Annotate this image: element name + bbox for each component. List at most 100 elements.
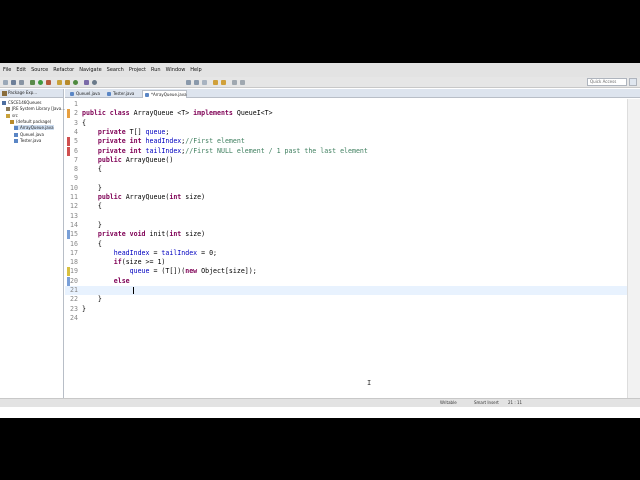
last-edit-icon[interactable] <box>202 80 207 85</box>
quick-access-input[interactable]: Quick Access <box>587 78 627 86</box>
tree-item-label: src <box>12 112 18 118</box>
forward-icon[interactable] <box>221 80 226 85</box>
editor-tab-label: *ArrayQueue.java <box>151 92 187 97</box>
new-java-project-icon[interactable] <box>57 80 62 85</box>
code-editor[interactable]: 1 2 public class ArrayQueue <T> implements… <box>65 99 627 398</box>
toggle-icon[interactable] <box>240 80 245 85</box>
code-line[interactable]: 19 queue = (T[])(new Object[size]); <box>65 267 627 277</box>
code-line[interactable]: 5 private int headIndex;//First element <box>65 137 627 147</box>
java-file-icon <box>107 92 111 96</box>
tree-item[interactable]: JRE System Library [Java... <box>6 106 65 112</box>
save-icon[interactable] <box>11 80 16 85</box>
tree-item-label: ArrayQueue.java <box>20 125 54 131</box>
status-insert-mode: Smart Insert <box>474 400 499 405</box>
code-line[interactable]: 24 <box>65 314 627 323</box>
editor-tab[interactable]: *ArrayQueue.java <box>142 90 187 98</box>
text-caret <box>133 287 134 294</box>
java-perspective-button[interactable] <box>629 78 637 86</box>
code-line[interactable]: 6 private int tailIndex;//First NULL ele… <box>65 146 627 156</box>
menu-navigate[interactable]: Navigate <box>79 67 101 73</box>
overview-ruler[interactable] <box>627 99 640 398</box>
code-text: } <box>82 295 102 304</box>
java-file-icon <box>145 93 149 97</box>
code-line[interactable]: 3{ <box>65 119 627 128</box>
tree-item[interactable]: src <box>6 113 18 118</box>
code-line[interactable]: 2 public class ArrayQueue <T> implements … <box>65 109 627 119</box>
status-writable: Writable <box>440 400 457 405</box>
code-line[interactable]: 1 <box>65 100 627 109</box>
tree-item[interactable]: ArrayQueue.java <box>14 125 54 131</box>
open-type-icon[interactable] <box>84 80 89 85</box>
code-text: if(size >= 1) <box>113 258 166 267</box>
code-text: { <box>82 165 102 174</box>
code-line[interactable]: 14 } <box>65 221 627 230</box>
run-icon[interactable] <box>38 80 43 85</box>
status-bar: Writable Smart Insert 21 : 11 <box>0 398 640 407</box>
code-line[interactable]: 11 public ArrayQueue(int size) <box>65 193 627 202</box>
line-number: 5 <box>74 137 78 146</box>
menu-refactor[interactable]: Refactor <box>53 67 74 73</box>
code-line[interactable]: 16 { <box>65 240 627 249</box>
code-line[interactable]: 20 else <box>65 276 627 286</box>
menu-source[interactable]: Source <box>31 67 48 73</box>
line-number: 21 <box>70 286 78 294</box>
line-number: 16 <box>70 239 78 248</box>
search-icon[interactable] <box>92 80 97 85</box>
code-line[interactable]: 4 private T[] queue; <box>65 128 627 137</box>
debug-icon[interactable] <box>30 80 35 85</box>
menu-file[interactable]: File <box>3 67 11 73</box>
code-line[interactable]: 12 { <box>65 202 627 211</box>
menu-help[interactable]: Help <box>190 67 201 73</box>
package-explorer: Package Exp... CSCE146Queues JRE System L… <box>0 89 65 408</box>
tree-item-label: QueueI.java <box>20 131 44 137</box>
code-line[interactable]: 21 <box>65 286 627 296</box>
code-text: queue = (T[])(new Object[size]); <box>129 267 257 276</box>
line-number: 8 <box>74 165 78 174</box>
code-line[interactable]: 22 } <box>65 295 627 304</box>
code-text: { <box>82 118 86 127</box>
tree-item[interactable]: (default package) <box>10 119 51 124</box>
menu-bar: File Edit Source Refactor Navigate Search Proj… <box>0 63 640 77</box>
tree-item-icon <box>2 101 6 105</box>
tree-item[interactable]: QueueI.java <box>14 132 44 137</box>
desktop-gap <box>0 407 640 418</box>
line-number: 20 <box>70 276 78 285</box>
new-package-icon[interactable] <box>65 80 70 85</box>
menu-edit[interactable]: Edit <box>16 67 26 73</box>
menu-run[interactable]: Run <box>151 67 161 73</box>
code-line[interactable]: 23} <box>65 305 627 314</box>
menu-project[interactable]: Project <box>129 67 146 73</box>
prev-annotation-icon[interactable] <box>194 80 199 85</box>
code-line[interactable]: 18 if(size >= 1) <box>65 258 627 267</box>
line-number: 14 <box>70 220 78 229</box>
new-class-icon[interactable] <box>73 80 78 85</box>
code-line[interactable]: 13 <box>65 212 627 221</box>
code-text: } <box>82 304 86 313</box>
tree-item[interactable]: Tester.java <box>14 138 41 143</box>
editor-tab[interactable]: QueueI.java <box>68 90 104 98</box>
new-icon[interactable] <box>3 80 8 85</box>
print-icon[interactable] <box>19 80 24 85</box>
next-annotation-icon[interactable] <box>186 80 191 85</box>
code-line[interactable]: 15 private void init(int size) <box>65 230 627 240</box>
pin-editor-icon[interactable] <box>232 80 237 85</box>
editor-tab-label: Tester.java <box>113 91 135 96</box>
editor-tab[interactable]: Tester.java <box>105 90 141 98</box>
external-tools-icon[interactable] <box>46 80 51 85</box>
code-line[interactable]: 17 headIndex = tailIndex = 0; <box>65 249 627 258</box>
line-number: 24 <box>70 313 78 322</box>
tree-item-icon <box>14 126 18 131</box>
menu-search[interactable]: Search <box>107 67 124 73</box>
tree-item-label: CSCE146Queues <box>8 100 42 105</box>
package-explorer-tab[interactable]: Package Exp... <box>0 89 63 98</box>
line-number: 15 <box>70 230 78 239</box>
code-line[interactable]: 8 { <box>65 165 627 174</box>
toolbar: Quick Access <box>0 77 640 88</box>
code-line[interactable]: 10 } <box>65 184 627 193</box>
code-line[interactable]: 7 public ArrayQueue() <box>65 156 627 165</box>
back-icon[interactable] <box>213 80 218 85</box>
code-line[interactable]: 9 <box>65 174 627 183</box>
menu-window[interactable]: Window <box>166 67 186 73</box>
tree-item[interactable]: CSCE146Queues <box>2 100 42 105</box>
